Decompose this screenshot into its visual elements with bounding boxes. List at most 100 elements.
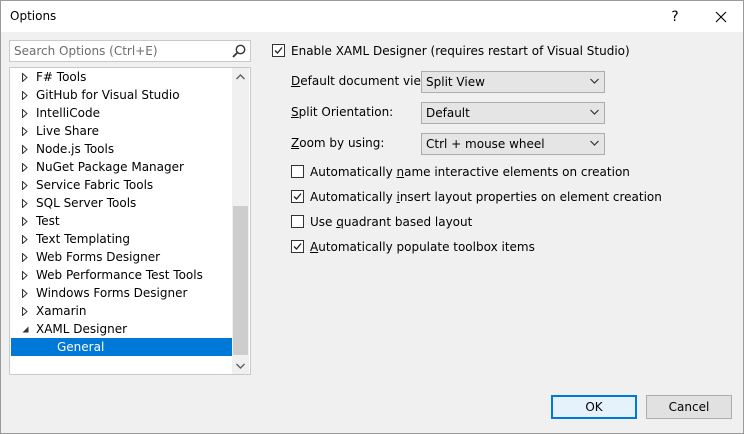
ok-button[interactable]: OK [551,395,637,419]
tree-item-test[interactable]: Test [11,212,233,230]
close-icon [715,11,727,22]
tree-item-service-fabric[interactable]: Service Fabric Tools [11,176,233,194]
options-tree[interactable]: F# Tools GitHub for Visual Studio Intell… [9,67,251,375]
tree-item-web-forms-designer[interactable]: Web Forms Designer [11,248,233,266]
tree-item-label: Web Forms Designer [36,250,161,264]
expand-arrow-icon[interactable] [20,284,30,302]
label-text: efault document view: [300,74,435,88]
label-text: oom by using: [299,136,385,150]
tree-item-web-performance[interactable]: Web Performance Test Tools [11,266,233,284]
expand-arrow-icon[interactable] [20,248,30,266]
tree-item-label: XAML Designer [36,322,128,336]
default-document-view-select[interactable]: Split View [421,71,605,93]
label-accelerator: q [336,215,344,229]
collapse-arrow-icon[interactable] [20,320,30,338]
enable-xaml-designer-label[interactable]: Enable XAML Designer (requires restart o… [291,44,630,58]
expand-arrow-icon[interactable] [20,302,30,320]
expand-arrow-icon[interactable] [20,266,30,284]
options-dialog: Options ? Search Options (Ctrl+E) F# Too… [0,0,744,434]
tree-item-nuget[interactable]: NuGet Package Manager [11,158,233,176]
tree-item-general[interactable]: General [11,338,233,356]
cancel-button[interactable]: Cancel [646,395,732,419]
quadrant-layout-label[interactable]: Use quadrant based layout [310,215,472,229]
populate-toolbox-checkbox[interactable] [291,240,304,253]
tree-item-label: GitHub for Visual Studio [36,88,180,102]
tree-item-label: NuGet Package Manager [36,160,184,174]
label-text: Automatically [310,190,397,204]
expand-arrow-icon[interactable] [20,230,30,248]
quadrant-layout-checkbox[interactable] [291,215,304,228]
tree-item-label: Node.js Tools [36,142,115,156]
label-text: nsert layout properties on element creat… [399,190,662,204]
checkmark-icon [274,47,283,54]
close-button[interactable] [703,1,739,32]
tree-item-label: Text Templating [36,232,131,246]
label-text: uadrant based layout [343,215,473,229]
label-accelerator: Z [291,136,300,150]
populate-toolbox-label[interactable]: Automatically populate toolbox items [310,240,535,254]
label-text: plit Orientation: [298,105,394,119]
label-text: utomatically populate toolbox items [318,240,535,254]
tree-item-sql-server-tools[interactable]: SQL Server Tools [11,194,233,212]
scroll-up-button[interactable] [232,68,249,85]
split-orientation-label: Split Orientation: [291,105,393,119]
select-value: Ctrl + mouse wheel [426,137,545,151]
tree-item-xaml-designer[interactable]: XAML Designer [11,320,233,338]
enable-xaml-designer-checkbox[interactable] [272,44,285,57]
zoom-by-using-select[interactable]: Ctrl + mouse wheel [421,133,605,155]
tree-item-label: IntelliCode [36,106,100,120]
auto-insert-layout-label[interactable]: Automatically insert layout properties o… [310,190,662,204]
scroll-thumb[interactable] [233,206,248,355]
label-accelerator: D [291,74,301,88]
expand-arrow-icon[interactable] [20,212,30,230]
label-text: Use [310,215,337,229]
checkmark-icon [293,243,302,250]
tree-item-label: General [57,340,105,354]
tree-item-intellicode[interactable]: IntelliCode [11,104,233,122]
tree-item-label: Xamarin [36,304,87,318]
tree-item-label: Web Performance Test Tools [36,268,203,282]
auto-name-elements-label[interactable]: Automatically name interactive elements … [310,165,630,179]
label-accelerator: n [396,165,405,179]
label-accelerator: A [310,240,319,254]
chevron-down-icon [590,109,599,115]
tree-item-text-templating[interactable]: Text Templating [11,230,233,248]
label-text: ame interactive elements on creation [404,165,630,179]
expand-arrow-icon[interactable] [20,194,30,212]
tree-item-live-share[interactable]: Live Share [11,122,233,140]
search-icon[interactable] [231,43,247,59]
default-document-view-label: Default document view: [291,74,434,88]
split-orientation-select[interactable]: Default [421,102,605,124]
tree-item-fsharp-tools[interactable]: F# Tools [11,68,233,86]
help-button[interactable]: ? [657,1,693,32]
tree-item-github[interactable]: GitHub for Visual Studio [11,86,233,104]
expand-arrow-icon[interactable] [20,68,30,86]
auto-insert-layout-checkbox[interactable] [291,190,304,203]
chevron-down-icon [236,363,245,369]
expand-arrow-icon[interactable] [20,176,30,194]
expand-arrow-icon[interactable] [20,140,30,158]
zoom-by-using-label: Zoom by using: [291,136,384,150]
chevron-down-icon [590,140,599,146]
tree-item-label: Windows Forms Designer [36,286,188,300]
tree-scrollbar[interactable] [232,68,249,374]
chevron-up-icon [236,73,245,79]
auto-name-elements-checkbox[interactable] [291,165,304,178]
tree-item-windows-forms-designer[interactable]: Windows Forms Designer [11,284,233,302]
scroll-down-button[interactable] [232,357,249,374]
tree-item-label: Service Fabric Tools [36,178,154,192]
tree-item-label: F# Tools [36,70,87,84]
title-bar[interactable]: Options ? [1,1,743,32]
tree-item-xamarin[interactable]: Xamarin [11,302,233,320]
checkmark-icon [293,193,302,200]
expand-arrow-icon[interactable] [20,104,30,122]
label-accelerator: S [291,105,299,119]
expand-arrow-icon[interactable] [20,158,30,176]
tree-item-label: SQL Server Tools [36,196,137,210]
search-options-input[interactable]: Search Options (Ctrl+E) [9,40,251,62]
tree-item-nodejs-tools[interactable]: Node.js Tools [11,140,233,158]
chevron-down-icon [590,78,599,84]
expand-arrow-icon[interactable] [20,86,30,104]
select-value: Split View [426,75,485,89]
expand-arrow-icon[interactable] [20,122,30,140]
